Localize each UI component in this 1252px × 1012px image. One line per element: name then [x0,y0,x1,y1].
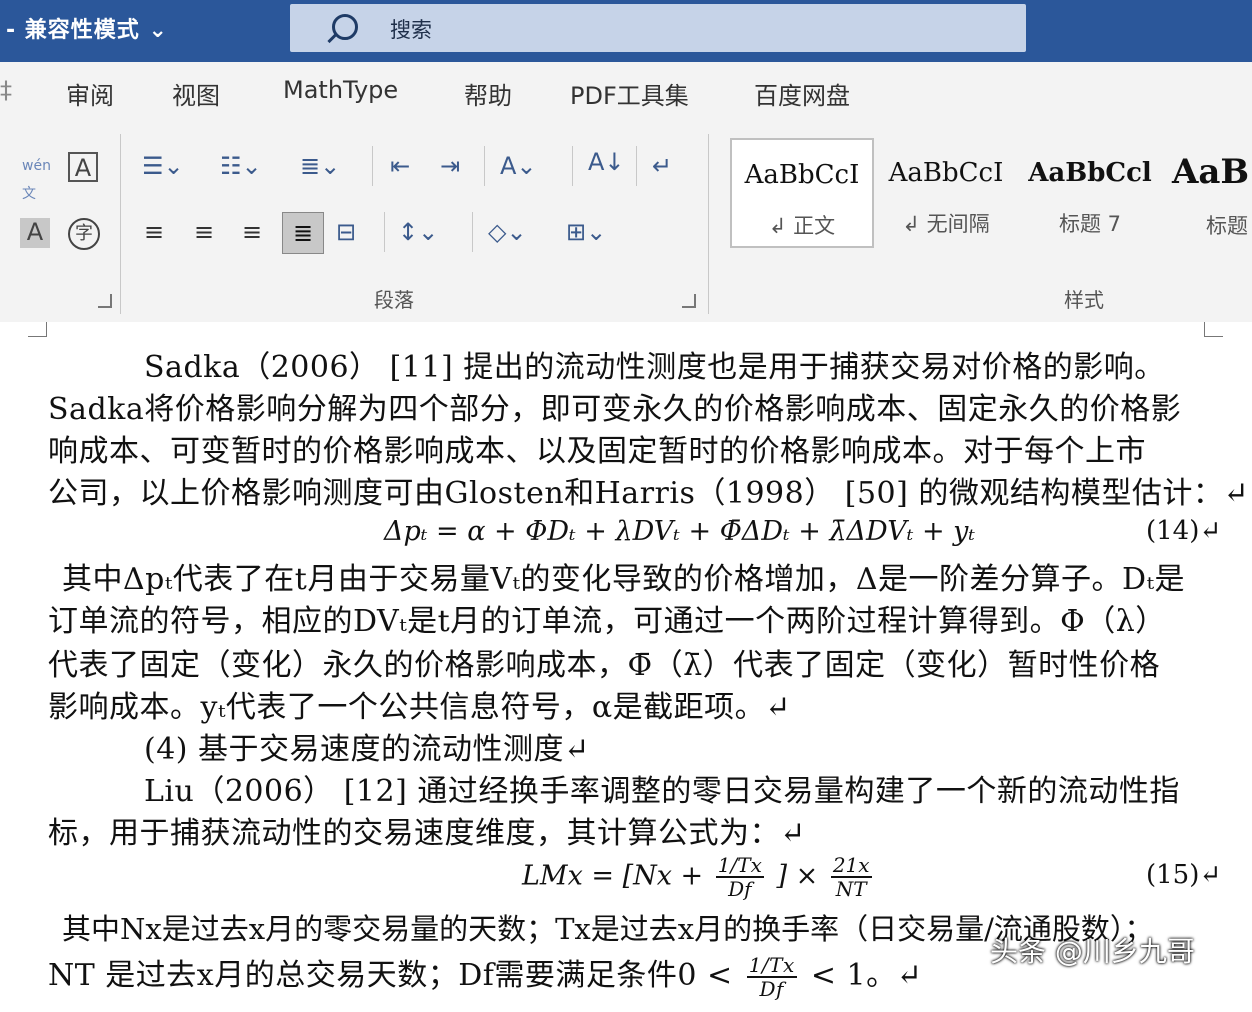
align-left-icon[interactable]: ≡ [144,218,164,246]
fraction-numerator: 1/Tx [715,853,764,878]
paragraph-group-label: 段落 [374,288,414,312]
style-no-spacing[interactable]: AaBbCcI ↲ 无间隔 [876,138,1016,244]
section-heading: (4) 基于交易速度的流动性测度↵ [144,732,590,767]
fraction-denominator: NT [835,877,867,901]
tab-review[interactable]: 审阅 [66,76,114,111]
paragraph-line: 响成本、可变暂时的价格影响成本、以及固定暂时的价格影响成本。对于每个上市 [48,434,1146,469]
title-bar: - 兼容性模式 ⌄ 搜索 [0,0,1252,62]
styles-group-label: 样式 [1064,288,1104,312]
paragraph-dialog-launcher-icon[interactable] [682,294,696,308]
equation-part: ] × [776,860,819,892]
increase-indent-icon[interactable]: ⇥ [440,152,460,180]
align-center-icon[interactable]: ≡ [194,218,214,246]
equation-number-15: (15)↵ [1146,860,1222,890]
line-spacing-icon[interactable]: ↕⌄ [398,218,438,246]
fraction-numerator: 1/Tx [746,953,797,978]
justify-icon[interactable]: ≣ [282,212,324,254]
separator [384,212,385,252]
borders-icon[interactable]: ⊞⌄ [566,218,606,246]
search-icon [332,14,358,40]
multilevel-list-icon[interactable]: ≣⌄ [300,152,340,180]
page-corner-marker [28,322,47,337]
search-box[interactable]: 搜索 [290,4,1026,52]
style-sample: AaBbCcI [888,158,1004,188]
decrease-indent-icon[interactable]: ⇤ [390,152,410,180]
text-part: NT 是过去x月的总交易天数；Df需要满足条件0 < [48,958,733,993]
character-shading-icon[interactable]: A [20,218,50,248]
style-title[interactable]: AaB 标题 [1166,138,1252,244]
ribbon-tabs: ‡ 审阅 视图 MathType 帮助 PDF工具集 百度网盘 [0,62,1252,124]
align-right-icon[interactable]: ≡ [242,218,262,246]
style-sample: AaBbCcI [744,160,860,190]
numbering-icon[interactable]: ☷⌄ [220,152,262,180]
tab-pdf-tools[interactable]: PDF工具集 [570,76,689,111]
paragraph-line: 其中Δpₜ代表了在t月由于交易量Vₜ的变化导致的价格增加，Δ是一阶差分算子。Dₜ… [62,562,1185,597]
separator [472,212,473,252]
group-separator [120,134,121,314]
separator [484,146,485,186]
equation-part: LMx = [Nx + [522,860,704,892]
paragraph-line: 标，用于捕获流动性的交易速度维度，其计算公式为：↵ [48,816,806,851]
paragraph-line: 影响成本。yₜ代表了一个公共信息符号，α是截距项。↵ [48,690,791,725]
style-sample: AaB [1172,152,1250,192]
group-separator [708,134,709,314]
bullets-icon[interactable]: ☰⌄ [142,152,184,180]
style-name: ↲ 正文 [768,214,836,238]
equation-14: Δpₜ = α + ΦDₜ + λDVₜ + Φ̄ΔDₜ + λ̄ΔDVₜ + … [384,516,976,547]
show-paragraph-marks-icon[interactable]: ↵ [652,152,672,180]
separator [372,146,373,186]
paragraph-line: 订单流的符号，相应的DVₜ是t月的订单流，可通过一个两阶过程计算得到。Φ（λ） [48,604,1166,639]
fraction: 21x NT [830,853,872,901]
watermark: 头条 @川乡九哥 [990,935,1195,968]
style-heading-7[interactable]: AaBbCcl 标题 7 [1020,138,1160,244]
fraction: 1/Tx Df [746,953,797,1001]
style-sample: AaBbCcl [1028,158,1152,188]
search-placeholder: 搜索 [390,18,432,42]
character-border-icon[interactable]: A [68,152,98,182]
distributed-icon[interactable]: ⊟ [336,218,356,246]
paragraph-line: Liu（2006） [12] 通过经换手率调整的零日交易量构建了一个新的流动性指 [144,774,1180,809]
separator [572,146,573,186]
tab-help[interactable]: 帮助 [464,76,512,111]
separator [636,146,637,186]
font-dialog-launcher-icon[interactable] [98,294,112,308]
equation-15: LMx = [Nx + 1/Tx Df ] × 21x NT [522,854,876,900]
paragraph-line: Sadka将价格影响分解为四个部分，即可变永久的价格影响成本、固定永久的价格影 [48,392,1182,427]
style-normal[interactable]: AaBbCcI ↲ 正文 [730,138,874,248]
compat-mode-label[interactable]: - 兼容性模式 ⌄ [6,12,168,44]
tab-baidu-netdisk[interactable]: 百度网盘 [754,76,850,111]
fraction: 1/Tx Df [715,853,764,901]
paragraph-line: 代表了固定（变化）永久的价格影响成本，Φ̄（λ̄）代表了固定（变化）暂时性价格 [48,648,1161,683]
fraction-denominator: Df [728,877,752,901]
shading-icon[interactable]: ◇⌄ [488,218,527,246]
paragraph-line: 公司，以上价格影响测度可由Glosten和Harris（1998） [50] 的… [48,476,1250,511]
enclose-characters-icon[interactable]: 字 [68,218,100,250]
text-part: < 1。↵ [810,958,923,993]
tab-mathtype[interactable]: MathType [283,76,398,104]
paragraph-line: NT 是过去x月的总交易天数；Df需要满足条件0 < 1/Tx Df < 1。↵ [48,950,922,1000]
paragraph-line: Sadka（2006） [11] 提出的流动性测度也是用于捕获交易对价格的影响。 [144,350,1165,385]
tab-partial[interactable]: ‡ [0,76,12,104]
style-name: ↲ 无间隔 [902,212,990,236]
phonetic-guide-icon[interactable]: wén 文 [22,152,51,208]
style-name: 标题 7 [1058,212,1122,236]
chinese-layout-icon[interactable]: A⌄ [500,152,537,180]
page-corner-marker [1204,322,1223,337]
style-name: 标题 [1206,214,1248,238]
sort-icon[interactable]: A↓ [588,148,625,176]
ribbon: wén 文 A A 字 ☰⌄ ☷⌄ ≣⌄ ⇤ ⇥ A⌄ A↓ ↵ ≡ ≡ ≡ ≣ … [0,124,1252,323]
fraction-numerator: 21x [830,853,872,878]
fraction-denominator: Df [759,977,784,1001]
equation-number-14: (14)↵ [1146,516,1222,546]
document-page[interactable]: Sadka（2006） [11] 提出的流动性测度也是用于捕获交易对价格的影响。… [0,322,1252,1012]
tab-view[interactable]: 视图 [172,76,220,111]
